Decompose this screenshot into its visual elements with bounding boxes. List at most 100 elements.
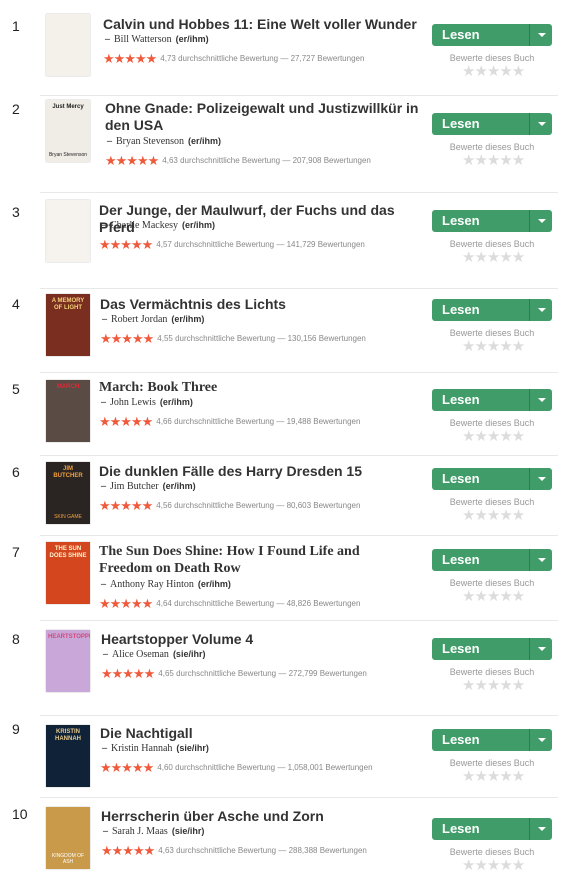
- book-cover[interactable]: [46, 14, 90, 76]
- book-title-link[interactable]: Die dunklen Fälle des Harry Dresden 15: [99, 463, 415, 480]
- shelf-dropdown-button[interactable]: [529, 638, 552, 660]
- rate-stars-input[interactable]: ★★★★★: [462, 429, 525, 445]
- chevron-down-icon: [538, 647, 546, 651]
- want-to-read-button[interactable]: Lesen: [432, 24, 552, 46]
- book-cover[interactable]: KINGDOM OF ASH: [46, 807, 90, 869]
- rate-this-book-label: Bewerte dieses Buch: [449, 328, 535, 338]
- book-title-link[interactable]: The Sun Does Shine: How I Found Life and…: [99, 543, 415, 577]
- book-title-link[interactable]: Das Vermächtnis des Lichts: [100, 296, 416, 313]
- want-to-read-button[interactable]: Lesen: [432, 113, 552, 135]
- author-dash: –: [103, 826, 108, 837]
- want-to-read-button[interactable]: Lesen: [432, 638, 552, 660]
- book-title-link[interactable]: Heartstopper Volume 4: [101, 631, 417, 648]
- author-dash: –: [102, 743, 107, 754]
- rate-stars-input[interactable]: ★★★★★: [462, 64, 525, 80]
- want-to-read-button[interactable]: Lesen: [432, 549, 552, 571]
- rating-summary: 4,65 durchschnittliche Bewertung — 272,7…: [158, 669, 367, 679]
- rate-stars-input[interactable]: ★★★★★: [462, 250, 525, 266]
- book-cover[interactable]: A MEMORY OF LIGHT: [46, 294, 90, 356]
- chevron-down-icon: [538, 477, 546, 481]
- rate-stars-input[interactable]: ★★★★★: [462, 589, 525, 605]
- book-cover[interactable]: THE SUN DOES SHINE: [46, 542, 90, 604]
- cover-title-text: Just Mercy: [52, 104, 84, 110]
- author-link[interactable]: Bill Watterson: [114, 34, 172, 45]
- author-dash: –: [101, 220, 106, 231]
- chevron-down-icon: [538, 219, 546, 223]
- author-pronoun: (er/ihm): [175, 34, 209, 44]
- author-dash: –: [101, 481, 106, 492]
- book-title-link[interactable]: Ohne Gnade: Polizeigewalt und Justizwill…: [105, 100, 421, 134]
- chevron-down-icon: [538, 827, 546, 831]
- rate-stars-input[interactable]: ★★★★★: [462, 678, 525, 694]
- rating-summary: 4,55 durchschnittliche Bewertung — 130,1…: [157, 334, 366, 344]
- shelf-dropdown-button[interactable]: [529, 818, 552, 840]
- author-link[interactable]: Sarah J. Maas: [112, 826, 168, 837]
- author-link[interactable]: Kristin Hannah: [111, 743, 172, 754]
- author-dash: –: [101, 579, 106, 590]
- average-rating-stars: ★★★★★: [99, 595, 153, 611]
- want-to-read-button[interactable]: Lesen: [432, 389, 552, 411]
- rate-this-book-label: Bewerte dieses Buch: [449, 418, 535, 428]
- author-dash: –: [101, 397, 106, 408]
- want-to-read-button[interactable]: Lesen: [432, 818, 552, 840]
- rate-this-book-label: Bewerte dieses Buch: [449, 667, 535, 677]
- shelf-dropdown-button[interactable]: [529, 24, 552, 46]
- author-pronoun: (er/ihm): [171, 314, 205, 324]
- shelf-dropdown-button[interactable]: [529, 549, 552, 571]
- book-cover[interactable]: [46, 200, 90, 262]
- book-cover[interactable]: Just Mercy Bryan Stevenson: [46, 100, 90, 162]
- author-pronoun: (er/ihm): [188, 136, 222, 146]
- book-title-link[interactable]: Herrscherin über Asche und Zorn: [101, 808, 417, 825]
- cover-author-text: KINGDOM OF ASH: [51, 853, 85, 865]
- row-divider: [40, 715, 558, 716]
- rate-stars-input[interactable]: ★★★★★: [462, 153, 525, 169]
- shelf-dropdown-button[interactable]: [529, 299, 552, 321]
- book-cover[interactable]: HEARTSTOPPER: [46, 630, 90, 692]
- author-link[interactable]: Bryan Stevenson: [116, 136, 184, 147]
- rate-this-book-label: Bewerte dieses Buch: [449, 578, 535, 588]
- author-link[interactable]: Alice Oseman: [112, 649, 169, 660]
- book-cover[interactable]: MARCH: [46, 380, 90, 442]
- want-to-read-button[interactable]: Lesen: [432, 729, 552, 751]
- author-link[interactable]: Jim Butcher: [110, 481, 159, 492]
- shelf-dropdown-button[interactable]: [529, 210, 552, 232]
- rate-this-book-label: Bewerte dieses Buch: [449, 758, 535, 768]
- shelf-dropdown-button[interactable]: [529, 389, 552, 411]
- book-title-link[interactable]: March: Book Three: [99, 379, 415, 396]
- average-rating-stars: ★★★★★: [103, 50, 157, 66]
- author-link[interactable]: Robert Jordan: [111, 314, 167, 325]
- author-line: – Anthony Ray Hinton (er/ihm): [101, 579, 231, 590]
- shelf-dropdown-button[interactable]: [529, 468, 552, 490]
- want-to-read-button[interactable]: Lesen: [432, 299, 552, 321]
- want-to-read-button[interactable]: Lesen: [432, 468, 552, 490]
- book-cover[interactable]: KRISTIN HANNAH: [46, 725, 90, 787]
- book-title-link[interactable]: Calvin und Hobbes 11: Eine Welt voller W…: [103, 16, 419, 33]
- want-to-read-label: Lesen: [442, 821, 480, 836]
- chevron-down-icon: [538, 33, 546, 37]
- rate-stars-input[interactable]: ★★★★★: [462, 769, 525, 785]
- author-line: – Bryan Stevenson (er/ihm): [107, 136, 221, 147]
- row-divider: [40, 95, 558, 96]
- author-dash: –: [103, 649, 108, 660]
- want-to-read-label: Lesen: [442, 302, 480, 317]
- author-link[interactable]: John Lewis: [110, 397, 156, 408]
- author-line: – Sarah J. Maas (sie/ihr): [103, 826, 204, 837]
- book-title-link[interactable]: Die Nachtigall: [100, 725, 416, 742]
- shelf-dropdown-button[interactable]: [529, 729, 552, 751]
- rank-number: 10: [12, 806, 28, 822]
- chevron-down-icon: [538, 122, 546, 126]
- rating-summary: 4,60 durchschnittliche Bewertung — 1,058…: [157, 763, 373, 773]
- shelf-dropdown-button[interactable]: [529, 113, 552, 135]
- want-to-read-button[interactable]: Lesen: [432, 210, 552, 232]
- author-link[interactable]: Anthony Ray Hinton: [110, 579, 194, 590]
- author-link[interactable]: Charlie Mackesy: [110, 220, 178, 231]
- rating-line: ★★★★★ 4,55 durchschnittliche Bewertung — …: [100, 330, 366, 345]
- rank-number: 4: [12, 296, 20, 312]
- book-cover[interactable]: JIM BUTCHER SKIN GAME: [46, 462, 90, 524]
- rank-number: 5: [12, 381, 20, 397]
- rate-stars-input[interactable]: ★★★★★: [462, 339, 525, 355]
- rank-number: 2: [12, 101, 20, 117]
- rate-stars-input[interactable]: ★★★★★: [462, 508, 525, 524]
- rating-summary: 4,66 durchschnittliche Bewertung — 19,48…: [156, 417, 361, 427]
- rate-stars-input[interactable]: ★★★★★: [462, 858, 525, 874]
